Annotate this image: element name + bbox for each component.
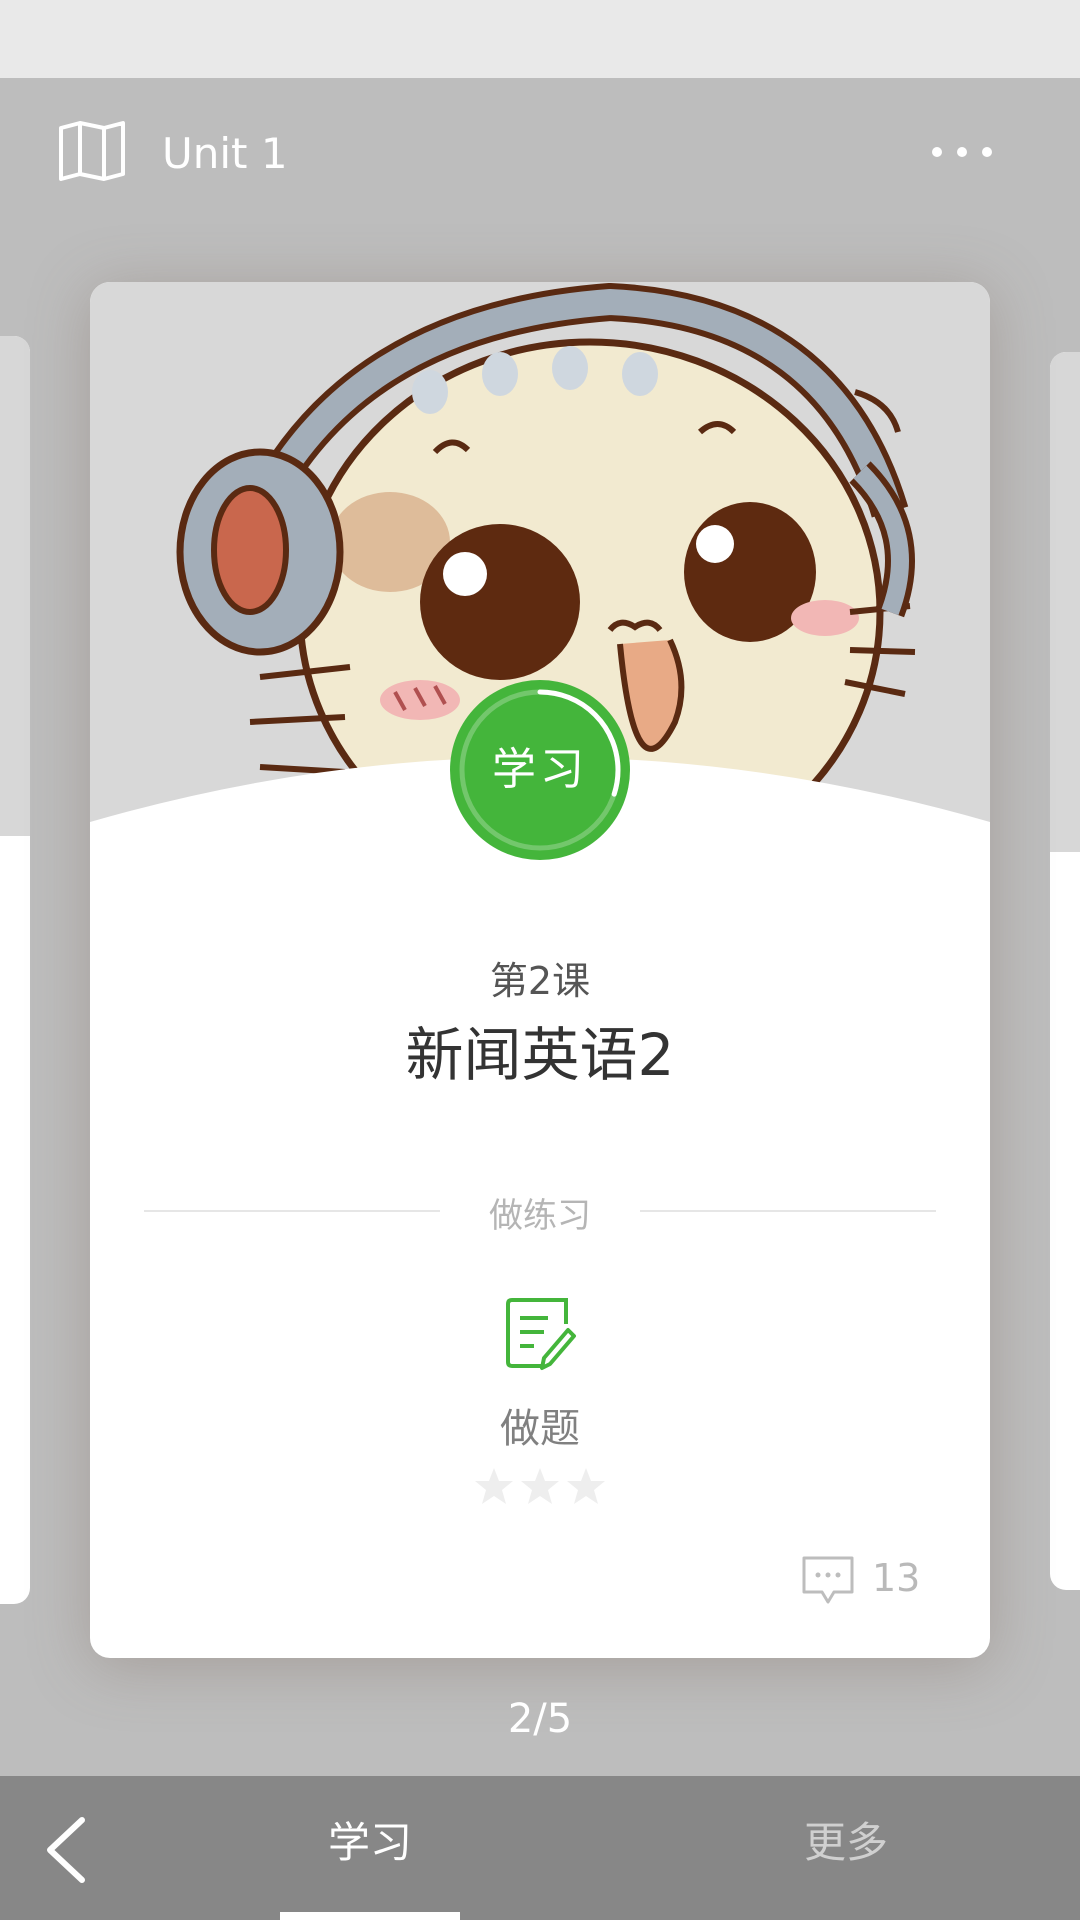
study-button-label: 学习	[492, 744, 588, 795]
divider-left	[144, 1210, 440, 1212]
star-icon	[475, 1468, 513, 1504]
bottom-nav: 学习 更多	[0, 1776, 1080, 1920]
section-label: 做练习	[489, 1196, 591, 1236]
star-icon	[521, 1468, 559, 1504]
exercise-label[interactable]: 做题	[90, 1396, 990, 1454]
header: Unit 1	[0, 78, 1080, 224]
comment-icon[interactable]	[800, 1554, 856, 1606]
divider-right	[640, 1210, 936, 1212]
tab-study[interactable]: 学习	[280, 1776, 460, 1920]
unit-title: Unit 1	[162, 129, 288, 178]
active-tab-indicator	[280, 1912, 460, 1920]
lesson-title: 新闻英语2	[405, 1021, 675, 1089]
status-bar	[0, 0, 1080, 78]
tab-more[interactable]: 更多	[756, 1776, 936, 1920]
exercise-edit-icon[interactable]	[504, 1294, 578, 1372]
more-horizontal-icon[interactable]	[928, 140, 996, 164]
comment-count[interactable]: 13	[872, 1556, 920, 1600]
page-indicator: 2/5	[507, 1696, 573, 1742]
lesson-card[interactable]: 学习 第2课 新闻英语2 做练习 做题 13	[90, 282, 990, 1658]
lesson-number: 第2课	[489, 959, 591, 1003]
chevron-left-icon[interactable]	[44, 1816, 88, 1884]
next-lesson-card[interactable]	[1050, 352, 1080, 1590]
star-icon	[567, 1468, 605, 1504]
study-button[interactable]: 学习	[450, 680, 630, 860]
star-rating	[474, 1466, 606, 1506]
map-icon[interactable]	[58, 120, 126, 182]
previous-lesson-card[interactable]	[0, 336, 30, 1604]
